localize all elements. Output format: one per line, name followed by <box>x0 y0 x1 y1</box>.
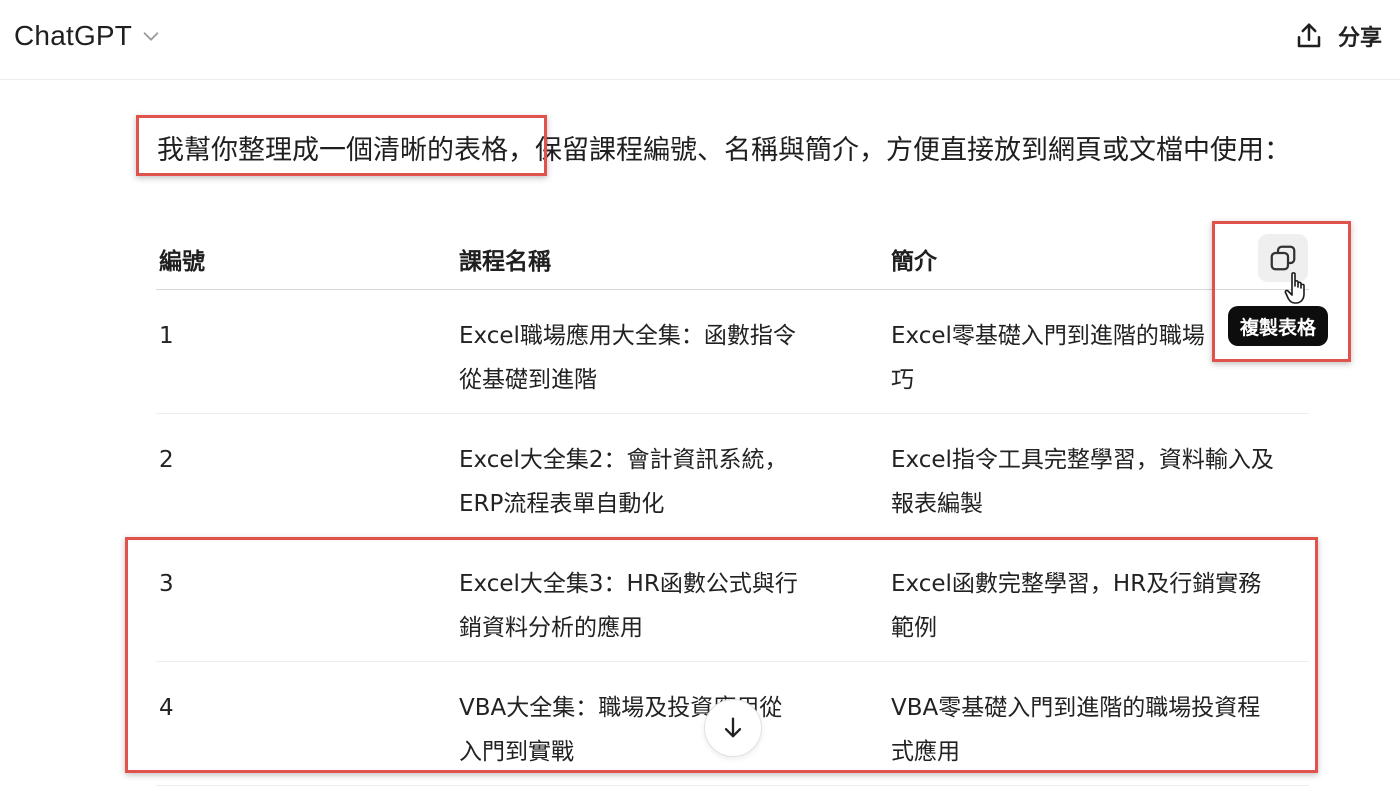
cell-name: Excel職場應用大全集：函數指令 從基礎到進階 <box>459 314 829 402</box>
cell-desc: Excel指令工具完整學習，資料輸入及 報表編製 <box>891 438 1311 526</box>
arrow-down-icon <box>724 717 742 738</box>
model-name: ChatGPT <box>14 20 133 51</box>
cell-desc-line: 式應用 <box>891 739 960 765</box>
column-header-id: 編號 <box>159 249 205 275</box>
cell-id: 2 <box>159 447 174 473</box>
table-row: 3 Excel大全集3：HR函數公式與行 銷資料分析的應用 Excel函數完整學… <box>156 538 1309 662</box>
cell-name-line: VBA大全集：職場及投資應用從 <box>459 695 783 721</box>
share-button[interactable]: 分享 <box>1294 14 1382 58</box>
cell-name-line: 入門到實戰 <box>459 739 574 765</box>
chat-page: ChatGPT 分享 我幫你整理成一個清晰的表格，保留課程編號、名稱與簡介，方便… <box>0 0 1400 790</box>
copy-icon <box>1270 245 1296 271</box>
cell-desc: VBA零基礎入門到進階的職場投資程 式應用 <box>891 686 1311 774</box>
column-header-desc: 簡介 <box>891 249 937 275</box>
table-header-row: 編號 課程名稱 簡介 <box>156 232 1309 290</box>
assistant-message-intro: 我幫你整理成一個清晰的表格，保留課程編號、名稱與簡介，方便直接放到網頁或文檔中使… <box>157 126 1317 176</box>
scroll-to-bottom-button[interactable] <box>704 699 762 757</box>
cell-desc-line: 報表編製 <box>891 491 983 517</box>
cell-name-line: ERP流程表單自動化 <box>459 491 665 517</box>
top-bar: ChatGPT 分享 <box>0 0 1400 80</box>
copy-table-tooltip: 複製表格 <box>1228 306 1329 346</box>
cell-desc-line: Excel指令工具完整學習，資料輸入及 <box>891 447 1274 473</box>
cell-desc-line: 範例 <box>891 615 937 641</box>
cell-name-line: 從基礎到進階 <box>459 367 597 393</box>
cell-name-line: Excel大全集3：HR函數公式與行 <box>459 571 798 597</box>
cell-name: Excel大全集2：會計資訊系統， ERP流程表單自動化 <box>459 438 829 526</box>
cell-desc-line: 巧 <box>891 367 914 393</box>
table-row: 1 Excel職場應用大全集：函數指令 從基礎到進階 Excel零基礎入門到進階… <box>156 290 1309 414</box>
chevron-down-icon <box>143 32 159 41</box>
cell-id: 1 <box>159 323 174 349</box>
column-header-name: 課程名稱 <box>459 249 551 275</box>
cell-id: 3 <box>159 571 174 597</box>
cell-desc: Excel函數完整學習，HR及行銷實務 範例 <box>891 562 1311 650</box>
cell-desc-line: VBA零基礎入門到進階的職場投資程 <box>891 695 1261 721</box>
cell-id: 4 <box>159 695 174 721</box>
hand-pointer-icon <box>1284 272 1305 304</box>
cell-name-line: Excel職場應用大全集：函數指令 <box>459 323 796 349</box>
share-label: 分享 <box>1337 26 1382 51</box>
cell-name-line: 銷資料分析的應用 <box>459 615 643 641</box>
model-selector[interactable]: ChatGPT <box>14 14 162 58</box>
intro-rest-text: ，保留課程編號、名稱與簡介，方便直接放到網頁或文檔中使用： <box>508 135 1291 166</box>
cell-name: Excel大全集3：HR函數公式與行 銷資料分析的應用 <box>459 562 829 650</box>
intro-highlighted-text: 我幫你整理成一個清晰的表格 <box>157 135 508 166</box>
table-row: 2 Excel大全集2：會計資訊系統， ERP流程表單自動化 Excel指令工具… <box>156 414 1309 538</box>
cell-desc-line: Excel函數完整學習，HR及行銷實務 <box>891 571 1262 597</box>
share-icon <box>1297 23 1321 48</box>
cell-name: VBA大全集：職場及投資應用從 入門到實戰 <box>459 686 829 774</box>
cell-name-line: Excel大全集2：會計資訊系統， <box>459 447 788 473</box>
